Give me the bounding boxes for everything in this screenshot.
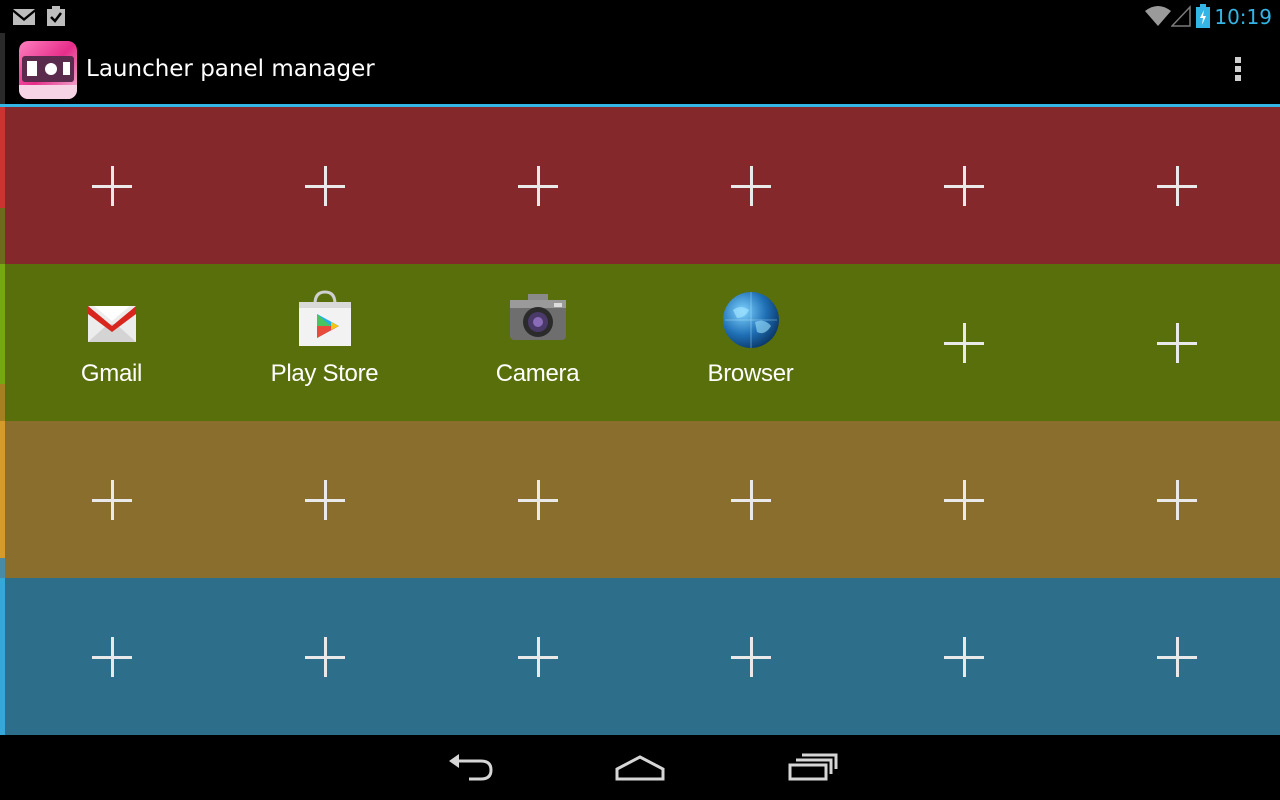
add-app-slot[interactable]	[644, 578, 857, 735]
action-bar: Launcher panel manager	[0, 33, 1280, 105]
add-app-slot[interactable]	[431, 107, 644, 264]
panel-row-2: Gmail Play Store Camera Browser	[5, 264, 1280, 421]
add-app-slot[interactable]	[644, 421, 857, 578]
app-label: Play Store	[270, 360, 379, 387]
status-bar: 10:19	[0, 0, 1280, 33]
wifi-icon	[1145, 6, 1171, 26]
recent-apps-icon[interactable]	[776, 747, 846, 787]
add-app-slot[interactable]	[218, 107, 431, 264]
add-app-slot[interactable]	[218, 421, 431, 578]
add-icon	[943, 636, 984, 677]
launcher-panels: Gmail Play Store Camera Browser	[0, 107, 1280, 735]
launcher-panel-manager-icon[interactable]	[19, 41, 77, 99]
panel-row-3	[5, 421, 1280, 578]
add-app-slot[interactable]	[644, 107, 857, 264]
gmail-icon	[87, 306, 136, 342]
add-icon	[517, 165, 558, 206]
add-app-slot[interactable]	[857, 421, 1070, 578]
status-clock: 10:19	[1214, 5, 1272, 29]
add-app-slot[interactable]	[1070, 578, 1280, 735]
panel-row-1	[5, 107, 1280, 264]
add-icon	[1156, 479, 1197, 520]
app-slot-camera[interactable]: Camera	[431, 264, 644, 421]
add-icon	[1156, 322, 1197, 363]
add-app-slot[interactable]	[431, 578, 644, 735]
add-app-slot[interactable]	[5, 578, 218, 735]
camera-icon	[509, 294, 566, 340]
add-app-slot[interactable]	[431, 421, 644, 578]
app-slot-play-store[interactable]: Play Store	[218, 264, 431, 421]
action-bar-edge	[0, 33, 5, 105]
add-icon	[304, 636, 345, 677]
navigation-bar	[0, 735, 1280, 800]
overflow-menu-icon[interactable]	[1226, 51, 1250, 87]
add-app-slot[interactable]	[5, 107, 218, 264]
add-icon	[943, 322, 984, 363]
gmail-notification-icon	[13, 9, 35, 25]
app-label: Browser	[707, 360, 794, 387]
add-icon	[304, 479, 345, 520]
app-slot-gmail[interactable]: Gmail	[5, 264, 218, 421]
home-icon[interactable]	[605, 747, 675, 787]
action-bar-title: Launcher panel manager	[86, 56, 375, 82]
add-icon	[730, 165, 771, 206]
add-app-slot[interactable]	[857, 578, 1070, 735]
task-notification-icon	[47, 6, 65, 26]
add-app-slot[interactable]	[1070, 264, 1280, 421]
add-icon	[730, 636, 771, 677]
play-store-icon	[298, 290, 351, 346]
add-icon	[1156, 165, 1197, 206]
add-app-slot[interactable]	[857, 107, 1070, 264]
add-app-slot[interactable]	[218, 578, 431, 735]
app-label: Camera	[495, 360, 580, 387]
add-icon	[91, 636, 132, 677]
app-slot-browser[interactable]: Browser	[644, 264, 857, 421]
add-app-slot[interactable]	[5, 421, 218, 578]
battery-charging-icon	[1196, 4, 1210, 28]
add-app-slot[interactable]	[1070, 107, 1280, 264]
signal-icon	[1171, 5, 1191, 27]
add-icon	[943, 479, 984, 520]
add-icon	[517, 636, 558, 677]
add-app-slot[interactable]	[857, 264, 1070, 421]
app-label: Gmail	[80, 360, 143, 387]
add-icon	[730, 479, 771, 520]
add-app-slot[interactable]	[1070, 421, 1280, 578]
add-icon	[91, 479, 132, 520]
add-icon	[304, 165, 345, 206]
back-icon[interactable]	[435, 747, 505, 787]
browser-globe-icon	[722, 292, 779, 348]
add-icon	[943, 165, 984, 206]
panel-row-4	[5, 578, 1280, 735]
add-icon	[91, 165, 132, 206]
add-icon	[517, 479, 558, 520]
add-icon	[1156, 636, 1197, 677]
